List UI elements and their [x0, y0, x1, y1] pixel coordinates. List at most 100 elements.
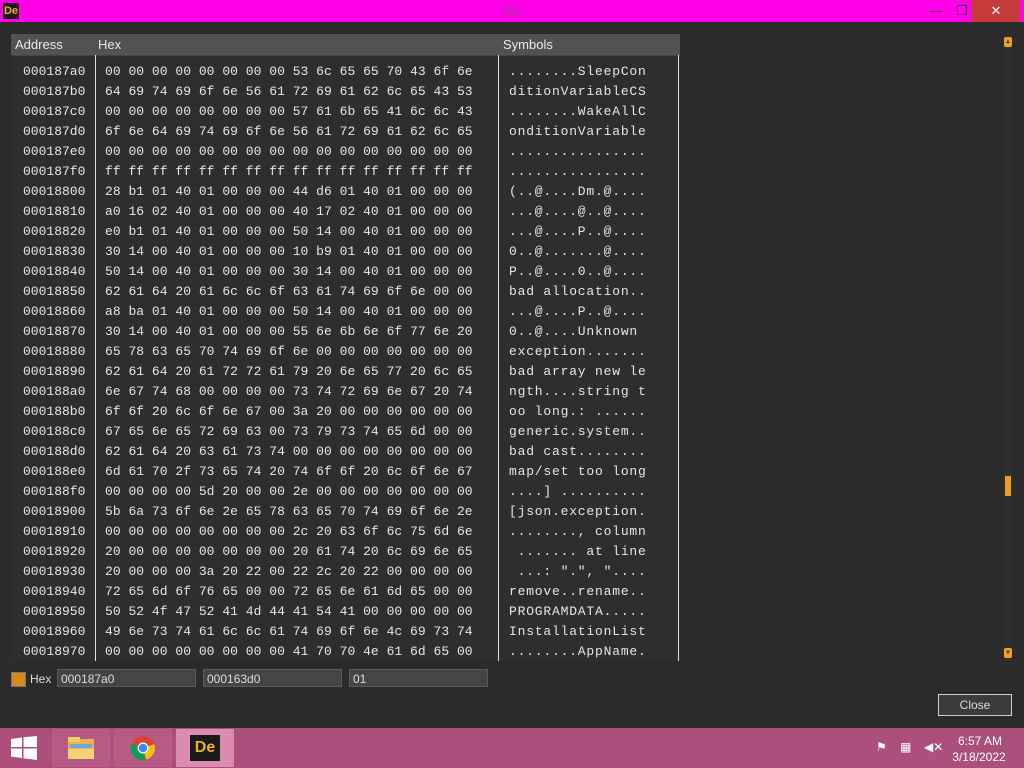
- symbols-cell[interactable]: ...@....P..@....: [509, 224, 647, 239]
- table-row[interactable]: 00018960 49 6e 73 74 61 6c 6c 61 74 69 6f…: [11, 622, 680, 642]
- table-row[interactable]: 000187c0 00 00 00 00 00 00 00 00 57 61 6b…: [11, 102, 680, 122]
- address-cell[interactable]: 000187f0: [23, 164, 85, 179]
- symbols-cell[interactable]: P..@....0..@....: [509, 264, 647, 279]
- table-row[interactable]: 000188f0 00 00 00 00 5d 20 00 00 2e 00 00…: [11, 482, 680, 502]
- size-field[interactable]: 000163d0: [203, 669, 342, 687]
- address-cell[interactable]: 000188e0: [23, 464, 85, 479]
- table-row[interactable]: 00018820 e0 b1 01 40 01 00 00 00 50 14 00…: [11, 222, 680, 242]
- table-row[interactable]: 00018970 00 00 00 00 00 00 00 00 41 70 70…: [11, 642, 680, 662]
- symbols-cell[interactable]: bad array new le: [509, 364, 647, 379]
- symbols-cell[interactable]: PROGRAMDATA.....: [509, 604, 647, 619]
- symbols-cell[interactable]: generic.system..: [509, 424, 647, 439]
- symbols-cell[interactable]: ...@....@..@....: [509, 204, 647, 219]
- table-row[interactable]: 00018910 00 00 00 00 00 00 00 00 2c 20 63…: [11, 522, 680, 542]
- address-cell[interactable]: 00018830: [23, 244, 85, 259]
- hex-checkbox[interactable]: [11, 672, 26, 687]
- hex-cell[interactable]: 28 b1 01 40 01 00 00 00 44 d6 01 40 01 0…: [105, 184, 473, 199]
- symbols-cell[interactable]: ....... at line: [509, 544, 647, 559]
- windows-start-icon[interactable]: [10, 736, 38, 760]
- table-row[interactable]: 000188d0 62 61 64 20 63 61 73 74 00 00 00…: [11, 442, 680, 462]
- hex-cell[interactable]: ff ff ff ff ff ff ff ff ff ff ff ff ff f…: [105, 164, 473, 179]
- address-cell[interactable]: 00018800: [23, 184, 85, 199]
- hex-cell[interactable]: 6e 67 74 68 00 00 00 00 73 74 72 69 6e 6…: [105, 384, 473, 399]
- address-cell[interactable]: 00018960: [23, 624, 85, 639]
- hex-cell[interactable]: 64 69 74 69 6f 6e 56 61 72 69 61 62 6c 6…: [105, 84, 473, 99]
- scroll-down-arrow-icon[interactable]: ▼: [1004, 648, 1012, 658]
- symbols-cell[interactable]: bad allocation..: [509, 284, 647, 299]
- symbols-cell[interactable]: ........WakeAllC: [509, 104, 647, 119]
- table-row[interactable]: 000188b0 6f 6f 20 6c 6f 6e 67 00 3a 20 00…: [11, 402, 680, 422]
- hex-cell[interactable]: 00 00 00 00 00 00 00 00 53 6c 65 65 70 4…: [105, 64, 473, 79]
- table-row[interactable]: 00018890 62 61 64 20 61 72 72 61 79 20 6e…: [11, 362, 680, 382]
- table-row[interactable]: 00018920 20 00 00 00 00 00 00 00 20 61 74…: [11, 542, 680, 562]
- table-row[interactable]: 000188e0 6d 61 70 2f 73 65 74 20 74 6f 6f…: [11, 462, 680, 482]
- column-header-symbols[interactable]: Symbols: [503, 37, 553, 52]
- column-header-address[interactable]: Address: [15, 37, 63, 52]
- table-row[interactable]: 00018860 a8 ba 01 40 01 00 00 00 50 14 00…: [11, 302, 680, 322]
- table-row[interactable]: 00018840 50 14 00 40 01 00 00 00 30 14 00…: [11, 262, 680, 282]
- hex-cell[interactable]: 67 65 6e 65 72 69 63 00 73 79 73 74 65 6…: [105, 424, 473, 439]
- taskbar-file-explorer[interactable]: [52, 729, 110, 767]
- hex-cell[interactable]: 30 14 00 40 01 00 00 00 10 b9 01 40 01 0…: [105, 244, 473, 259]
- hex-cell[interactable]: 62 61 64 20 61 72 72 61 79 20 6e 65 77 2…: [105, 364, 473, 379]
- hex-cell[interactable]: 50 52 4f 47 52 41 4d 44 41 54 41 00 00 0…: [105, 604, 473, 619]
- volume-muted-icon[interactable]: ◀✕: [924, 740, 943, 754]
- address-cell[interactable]: 000188b0: [23, 404, 85, 419]
- table-row[interactable]: 000188c0 67 65 6e 65 72 69 63 00 73 79 73…: [11, 422, 680, 442]
- table-row[interactable]: 00018850 62 61 64 20 61 6c 6c 6f 63 61 74…: [11, 282, 680, 302]
- table-row[interactable]: 00018930 20 00 00 00 3a 20 22 00 22 2c 20…: [11, 562, 680, 582]
- symbols-cell[interactable]: ...: ".", "....: [509, 564, 647, 579]
- address-cell[interactable]: 00018840: [23, 264, 85, 279]
- address-cell[interactable]: 00018930: [23, 564, 85, 579]
- scroll-thumb[interactable]: [1005, 476, 1011, 496]
- symbols-cell[interactable]: ................: [509, 164, 647, 179]
- symbols-cell[interactable]: remove..rename..: [509, 584, 647, 599]
- close-button[interactable]: Close: [938, 694, 1012, 716]
- flag-icon[interactable]: ⚑: [876, 740, 887, 754]
- symbols-cell[interactable]: (..@....Dm.@....: [509, 184, 647, 199]
- symbols-cell[interactable]: [json.exception.: [509, 504, 647, 519]
- symbols-cell[interactable]: bad cast........: [509, 444, 647, 459]
- table-row[interactable]: 000187a0 00 00 00 00 00 00 00 00 53 6c 65…: [11, 62, 680, 82]
- hex-cell[interactable]: 00 00 00 00 00 00 00 00 00 00 00 00 00 0…: [105, 144, 473, 159]
- hex-cell[interactable]: a8 ba 01 40 01 00 00 00 50 14 00 40 01 0…: [105, 304, 473, 319]
- hex-cell[interactable]: 5b 6a 73 6f 6e 2e 65 78 63 65 70 74 69 6…: [105, 504, 473, 519]
- hex-cell[interactable]: 00 00 00 00 00 00 00 00 41 70 70 4e 61 6…: [105, 644, 473, 659]
- vertical-scrollbar[interactable]: ▲ ▼: [1003, 34, 1013, 661]
- address-cell[interactable]: 000188d0: [23, 444, 85, 459]
- hex-cell[interactable]: 20 00 00 00 00 00 00 00 20 61 74 20 6c 6…: [105, 544, 473, 559]
- address-cell[interactable]: 000187c0: [23, 104, 85, 119]
- taskbar-chrome[interactable]: [114, 729, 172, 767]
- scroll-up-arrow-icon[interactable]: ▲: [1004, 37, 1012, 47]
- symbols-cell[interactable]: ngth....string t: [509, 384, 647, 399]
- table-row[interactable]: 000187d0 6f 6e 64 69 74 69 6f 6e 56 61 72…: [11, 122, 680, 142]
- symbols-cell[interactable]: map/set too long: [509, 464, 647, 479]
- hex-cell[interactable]: 49 6e 73 74 61 6c 6c 61 74 69 6f 6e 4c 6…: [105, 624, 473, 639]
- symbols-cell[interactable]: ...@....P..@....: [509, 304, 647, 319]
- symbols-cell[interactable]: oo long.: ......: [509, 404, 647, 419]
- address-cell[interactable]: 000187a0: [23, 64, 85, 79]
- symbols-cell[interactable]: ........, column: [509, 524, 647, 539]
- hex-cell[interactable]: 65 78 63 65 70 74 69 6f 6e 00 00 00 00 0…: [105, 344, 473, 359]
- address-cell[interactable]: 00018820: [23, 224, 85, 239]
- symbols-cell[interactable]: 0..@....Unknown: [509, 324, 647, 339]
- symbols-cell[interactable]: 0..@.......@....: [509, 244, 647, 259]
- address-cell[interactable]: 00018860: [23, 304, 85, 319]
- address-cell[interactable]: 000188f0: [23, 484, 85, 499]
- value-field[interactable]: 01: [349, 669, 488, 687]
- address-cell[interactable]: 00018810: [23, 204, 85, 219]
- address-cell[interactable]: 00018870: [23, 324, 85, 339]
- column-header-hex[interactable]: Hex: [98, 37, 121, 52]
- table-row[interactable]: 000187e0 00 00 00 00 00 00 00 00 00 00 00…: [11, 142, 680, 162]
- address-cell[interactable]: 00018970: [23, 644, 85, 659]
- hex-cell[interactable]: 00 00 00 00 00 00 00 00 2c 20 63 6f 6c 7…: [105, 524, 473, 539]
- table-row[interactable]: 00018800 28 b1 01 40 01 00 00 00 44 d6 01…: [11, 182, 680, 202]
- window-close-button[interactable]: ✕: [972, 0, 1020, 22]
- hex-cell[interactable]: a0 16 02 40 01 00 00 00 40 17 02 40 01 0…: [105, 204, 473, 219]
- table-row[interactable]: 00018810 a0 16 02 40 01 00 00 00 40 17 02…: [11, 202, 680, 222]
- symbols-cell[interactable]: ........AppName.: [509, 644, 647, 659]
- address-cell[interactable]: 000187b0: [23, 84, 85, 99]
- symbols-cell[interactable]: onditionVariable: [509, 124, 647, 139]
- table-row[interactable]: 00018900 5b 6a 73 6f 6e 2e 65 78 63 65 70…: [11, 502, 680, 522]
- hex-cell[interactable]: 20 00 00 00 3a 20 22 00 22 2c 20 22 00 0…: [105, 564, 473, 579]
